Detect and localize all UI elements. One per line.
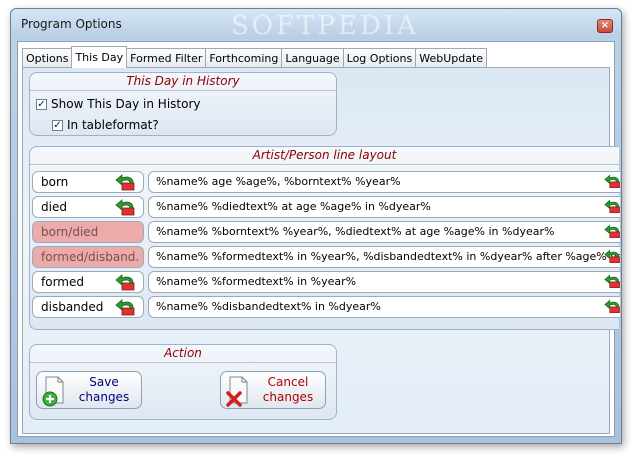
row-label-text: disbanded xyxy=(41,300,104,314)
row-label-text: formed/disband. xyxy=(41,250,140,264)
undo-arrow-icon[interactable] xyxy=(604,223,622,240)
format-input-formed-disband[interactable]: %name% %formedtext% in %year%, %disbande… xyxy=(148,246,620,268)
format-input-disbanded[interactable]: %name% %disbandedtext% in %dyear% xyxy=(148,296,620,318)
row-label-born-died: born/died xyxy=(32,221,144,243)
undo-arrow-icon[interactable] xyxy=(604,173,622,190)
tableformat-check-icon[interactable]: ✓ xyxy=(52,119,63,131)
save-button-label: Save changes xyxy=(69,375,139,405)
row-label-text: died xyxy=(41,200,67,214)
tab-log-options[interactable]: Log Options xyxy=(342,48,417,68)
close-button[interactable]: × xyxy=(597,19,613,33)
show-this-day-check-icon[interactable]: ✓ xyxy=(36,98,47,110)
title-bar[interactable]: SOFTPEDIA Program Options × xyxy=(11,9,621,41)
tab-formed-filter[interactable]: Formed Filter xyxy=(126,48,207,68)
this-day-panel: This Day in History ✓ Show This Day in H… xyxy=(22,67,620,434)
undo-arrow-icon[interactable] xyxy=(115,274,137,291)
undo-arrow-icon[interactable] xyxy=(604,198,622,215)
tableformat-checkbox[interactable]: ✓ In tableformat? xyxy=(52,118,159,132)
row-label-text: born xyxy=(41,175,69,189)
action-group-title: Action xyxy=(30,345,336,363)
row-label-formed: formed xyxy=(32,271,144,293)
document-add-icon xyxy=(42,376,64,407)
format-input-died[interactable]: %name% %diedtext% at age %age% in %dyear… xyxy=(148,196,620,218)
program-options-window: SOFTPEDIA Program Options × Options This… xyxy=(10,8,622,444)
tab-options[interactable]: Options xyxy=(22,48,73,68)
row-label-text: born/died xyxy=(41,225,99,239)
row-label-born: born xyxy=(32,171,144,193)
cancel-changes-button[interactable]: Cancel changes xyxy=(220,371,326,409)
cancel-label-line2: changes xyxy=(262,390,314,404)
this-day-group: This Day in History ✓ Show This Day in H… xyxy=(29,72,337,136)
undo-arrow-icon[interactable] xyxy=(604,298,622,315)
format-input-formed[interactable]: %name% %formedtext% in %year% xyxy=(148,271,620,293)
row-label-formed-disband: formed/disband. xyxy=(32,246,144,268)
this-day-group-title: This Day in History xyxy=(30,73,336,91)
show-this-day-checkbox[interactable]: ✓ Show This Day in History xyxy=(36,97,200,111)
line-layout-group-title: Artist/Person line layout xyxy=(30,147,619,165)
row-label-disbanded: disbanded xyxy=(32,296,144,318)
line-layout-group: Artist/Person line layout born %name% ag… xyxy=(29,146,622,330)
undo-arrow-icon[interactable] xyxy=(115,199,137,216)
client-area: Options This Day Formed Filter Forthcomi… xyxy=(17,41,620,437)
tab-strip: Options This Day Formed Filter Forthcomi… xyxy=(22,46,488,68)
tab-forthcoming[interactable]: Forthcoming xyxy=(205,48,283,68)
undo-arrow-icon[interactable] xyxy=(115,174,137,191)
format-input-born[interactable]: %name% age %age%, %borntext% %year% xyxy=(148,171,620,193)
watermark: SOFTPEDIA xyxy=(231,11,419,41)
tab-this-day[interactable]: This Day xyxy=(71,46,128,68)
save-changes-button[interactable]: Save changes xyxy=(36,371,142,409)
row-label-died: died xyxy=(32,196,144,218)
undo-arrow-icon[interactable] xyxy=(604,273,622,290)
save-label-line2: changes xyxy=(78,390,130,404)
action-group: Action Save changes Cancel changes xyxy=(29,344,337,420)
tableformat-label: In tableformat? xyxy=(67,118,159,132)
window-title: Program Options xyxy=(21,17,122,31)
cancel-button-label: Cancel changes xyxy=(253,375,323,405)
format-input-born-died[interactable]: %name% %borntext% %year%, %diedtext% at … xyxy=(148,221,620,243)
cancel-label-line1: Cancel xyxy=(267,375,309,389)
undo-arrow-icon[interactable] xyxy=(115,299,137,316)
tab-language[interactable]: Language xyxy=(281,48,344,68)
undo-arrow-icon[interactable] xyxy=(604,248,622,265)
document-delete-icon xyxy=(226,376,248,407)
show-this-day-label: Show This Day in History xyxy=(51,97,201,111)
row-label-text: formed xyxy=(41,275,84,289)
tab-webupdate[interactable]: WebUpdate xyxy=(415,48,488,68)
save-label-line1: Save xyxy=(89,375,119,389)
